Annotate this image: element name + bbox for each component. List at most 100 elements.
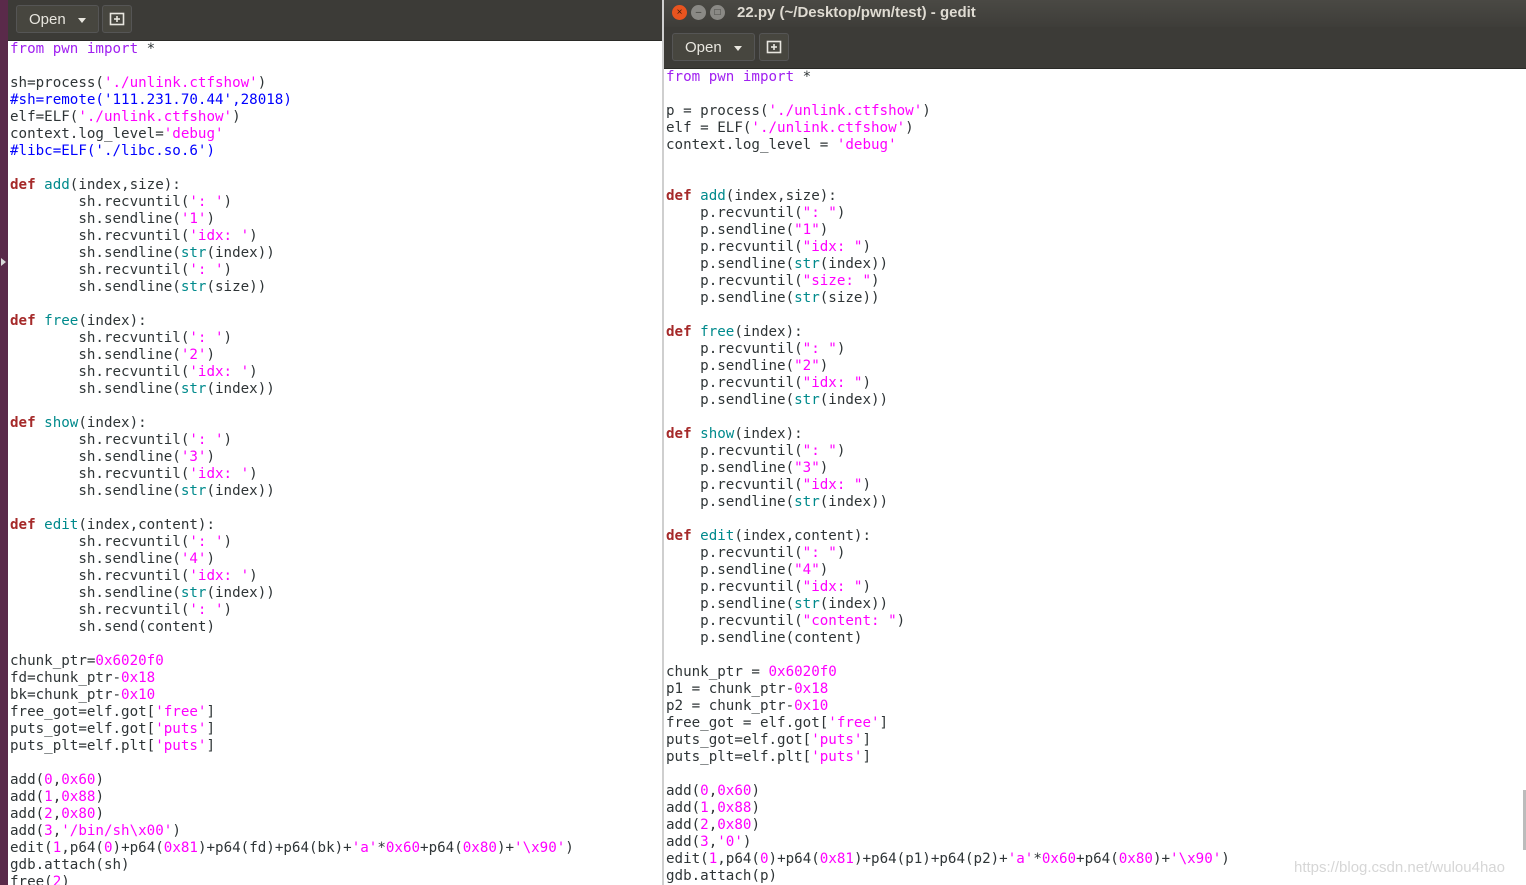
code-token: edit(: [666, 851, 709, 867]
code-token: 0x88: [61, 789, 96, 805]
code-token: ): [206, 551, 216, 567]
code-token: 'a': [351, 840, 378, 856]
code-token: p.recvuntil(: [666, 613, 803, 629]
code-token: sh.sendline(: [10, 449, 181, 465]
code-token: ]: [862, 749, 872, 765]
code-token: fd=chunk_ptr-: [10, 670, 122, 686]
new-tab-button[interactable]: [102, 5, 132, 33]
code-token: 'debug': [163, 126, 224, 142]
code-token: p.sendline(: [666, 222, 795, 238]
window-minimize-icon[interactable]: –: [691, 5, 706, 20]
code-line: sh.recvuntil(': '): [10, 330, 662, 347]
code-token: 3: [700, 834, 709, 850]
chevron-down-icon: [733, 45, 742, 51]
code-line: p.sendline("4"): [666, 562, 1526, 579]
code-token: 'free': [828, 715, 880, 731]
code-token: 'free': [155, 704, 207, 720]
code-token: gdb.attach(sh): [10, 857, 130, 873]
code-token: add(: [666, 834, 701, 850]
code-line: #libc=ELF('./libc.so.6'): [10, 143, 662, 160]
code-token: 0x81: [819, 851, 854, 867]
code-line: sh.recvuntil('idx: '): [10, 568, 662, 585]
code-token: sh.recvuntil(: [10, 194, 190, 210]
code-token: 'puts': [811, 732, 863, 748]
code-token: 1: [52, 840, 62, 856]
code-token: import: [742, 69, 795, 85]
code-token: (index,size):: [69, 177, 181, 193]
code-token: str: [794, 290, 820, 306]
code-token: '\x90': [1170, 851, 1222, 867]
code-token: (index)): [206, 483, 275, 499]
code-line: def edit(index,content):: [666, 528, 1526, 545]
code-token: ,: [708, 783, 718, 799]
code-token: add(: [10, 789, 45, 805]
code-line: sh=process('./unlink.ctfshow'): [10, 75, 662, 92]
code-token: 2: [44, 806, 53, 822]
code-token: ): [249, 466, 258, 482]
code-token: ): [836, 205, 846, 221]
code-line: context.log_level = 'debug': [666, 137, 1526, 154]
code-token: '4': [180, 551, 207, 567]
code-line: ​: [10, 296, 662, 313]
code-line: def add(index,size):: [10, 177, 662, 194]
code-token: ): [223, 330, 233, 346]
code-token: edit: [700, 528, 735, 544]
code-token: str: [794, 494, 820, 510]
code-line: chunk_ptr = 0x6020f0: [666, 664, 1526, 681]
code-token: ): [223, 432, 233, 448]
code-token: free_got = elf.got[: [666, 715, 829, 731]
code-token: sh.sendline(: [10, 551, 181, 567]
code-token: 0x60: [1041, 851, 1077, 867]
new-tab-button[interactable]: [759, 33, 789, 61]
code-token: ): [862, 477, 872, 493]
code-token: ): [223, 262, 233, 278]
code-token: "content: ": [802, 613, 897, 629]
code-token: 'idx: ': [189, 466, 250, 482]
window-close-icon[interactable]: ×: [672, 5, 687, 20]
code-line: p.sendline("3"): [666, 460, 1526, 477]
code-token: p.recvuntil(: [666, 205, 803, 221]
code-token: sh=process(: [10, 75, 104, 91]
code-token: "idx: ": [802, 239, 863, 255]
code-token: context.log_level =: [666, 137, 837, 153]
code-token: 'puts': [155, 721, 207, 737]
open-button[interactable]: Open: [672, 33, 755, 61]
code-token: sh.sendline(: [10, 211, 181, 227]
code-token: ): [206, 347, 216, 363]
code-token: ): [896, 613, 906, 629]
code-line: add(3,'0'): [666, 834, 1526, 851]
chevron-down-icon: [77, 17, 86, 23]
open-button[interactable]: Open: [16, 5, 99, 33]
code-token: add: [44, 177, 70, 193]
code-line: p.sendline(content): [666, 630, 1526, 647]
right-code-text: from pwn import *​p = process('./unlink.…: [664, 69, 1526, 885]
window-maximize-icon[interactable]: □: [710, 5, 725, 20]
code-token: add(: [10, 823, 45, 839]
code-token: gdb.attach(p): [666, 868, 778, 884]
code-line: from pwn import *: [666, 69, 1526, 86]
code-token: './unlink.ctfshow': [103, 75, 258, 91]
code-token: #sh=remote('111.231.70.44',28018): [10, 92, 292, 108]
code-token: ): [223, 534, 233, 550]
code-line: ​: [10, 58, 662, 75]
code-line: ​: [666, 511, 1526, 528]
code-token: from: [10, 41, 45, 57]
left-editor[interactable]: from pwn import *​sh=process('./unlink.c…: [8, 41, 662, 885]
code-token: './unlink.ctfshow': [751, 120, 906, 136]
code-token: p.recvuntil(: [666, 341, 803, 357]
code-line: p.recvuntil(": "): [666, 205, 1526, 222]
code-token: 0x80: [717, 817, 752, 833]
code-line: ​: [666, 766, 1526, 783]
code-token: './unlink.ctfshow': [78, 109, 233, 125]
code-line: from pwn import *: [10, 41, 662, 58]
code-line: p1 = chunk_ptr-0x18: [666, 681, 1526, 698]
code-token: chunk_ptr =: [666, 664, 769, 680]
code-token: p2 = chunk_ptr-: [666, 698, 795, 714]
code-line: context.log_level='debug': [10, 126, 662, 143]
code-token: add: [700, 188, 726, 204]
code-token: (index)): [206, 381, 275, 397]
right-editor[interactable]: from pwn import *​p = process('./unlink.…: [664, 69, 1526, 885]
